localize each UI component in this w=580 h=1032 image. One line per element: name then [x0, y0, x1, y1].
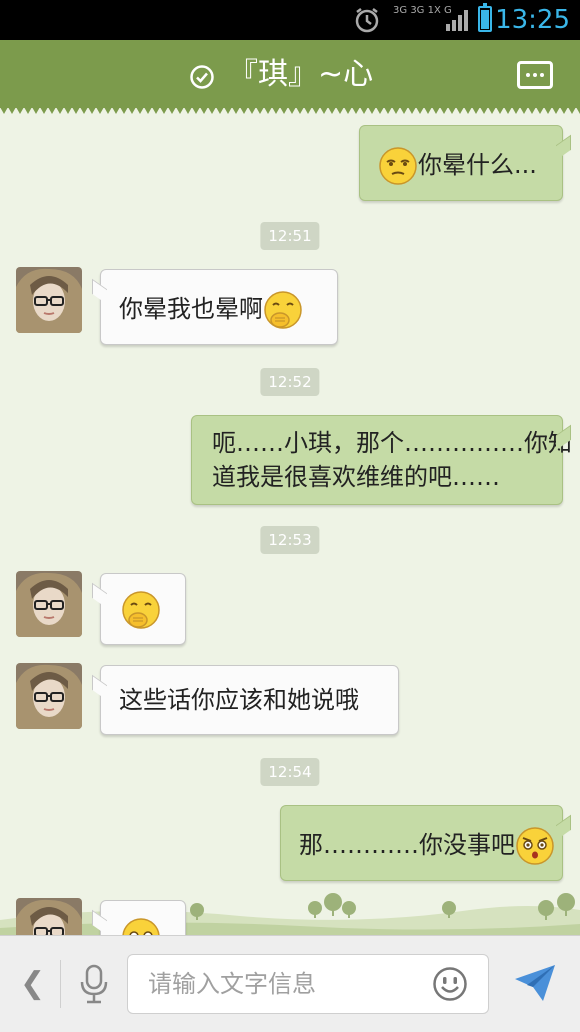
message-bubble-sent[interactable]: 那…………你没事吧 [280, 805, 563, 881]
landscape-decoration [0, 893, 580, 935]
dizzy-emoji-icon [379, 147, 417, 185]
contact-name: 『琪』~心 [228, 57, 374, 92]
message-text: 这些话你应该和她说哦 [119, 686, 359, 714]
collapse-arrow-button[interactable]: ❮ [20, 966, 45, 1002]
message-input-placeholder: 请输入文字信息 [148, 970, 316, 998]
message-bubble-received[interactable] [100, 900, 186, 935]
message-bubble-received[interactable] [100, 573, 186, 645]
network-indicator: 3G 3G 1X G [393, 5, 452, 16]
avatar-image [16, 571, 82, 637]
message-bubble-sent[interactable]: 呃……小琪，那个……………你知 道我是很喜欢维维的吧…… [191, 415, 572, 505]
message-text: 那…………你没事吧 [299, 831, 515, 859]
message-text-line-1: 呃……小琪，那个……………你知 [212, 429, 572, 457]
online-check-icon [190, 65, 214, 89]
microphone-button[interactable] [79, 964, 109, 1004]
surprised-emoji-icon [122, 918, 160, 935]
battery-icon [478, 3, 492, 32]
message-bubble-sent[interactable]: 你晕什么... [359, 125, 563, 201]
signal-icon [446, 10, 468, 31]
message-composer: ❮ 请输入文字信息 [0, 935, 580, 1032]
timestamp: 12:53 [260, 526, 320, 554]
avatar[interactable] [16, 898, 82, 935]
avatar[interactable] [16, 267, 82, 333]
send-button[interactable] [513, 963, 557, 1003]
timestamp: 12:52 [260, 368, 320, 396]
avatar[interactable] [16, 571, 82, 637]
avatar[interactable] [16, 663, 82, 729]
status-bar: 3G 3G 1X G 13:25 [0, 0, 580, 40]
message-text-line-2: 道我是很喜欢维维的吧…… [212, 463, 500, 491]
clock: 13:25 [495, 5, 570, 35]
emoji-button[interactable] [432, 966, 468, 1002]
shy-emoji-icon [264, 291, 302, 329]
avatar-image [16, 267, 82, 333]
chat-area[interactable]: 你晕什么... 12:51 你晕我也晕啊 12:52 呃……小琪，那个……………… [0, 108, 580, 935]
message-text: 你晕什么... [418, 151, 537, 179]
avatar-image [16, 663, 82, 729]
alarm-icon [355, 8, 379, 33]
more-options-button[interactable] [517, 61, 553, 89]
title-bar: 『琪』~心 [0, 40, 580, 114]
timestamp: 12:51 [260, 222, 320, 250]
shy-emoji-icon [122, 591, 160, 629]
message-bubble-received[interactable]: 这些话你应该和她说哦 [100, 665, 399, 735]
message-text: 你晕我也晕啊 [119, 295, 263, 323]
message-bubble-received[interactable]: 你晕我也晕啊 [100, 269, 338, 345]
timestamp: 12:54 [260, 758, 320, 786]
surprised-emoji-icon [516, 827, 554, 865]
avatar-image [16, 898, 82, 935]
divider [60, 960, 61, 1008]
